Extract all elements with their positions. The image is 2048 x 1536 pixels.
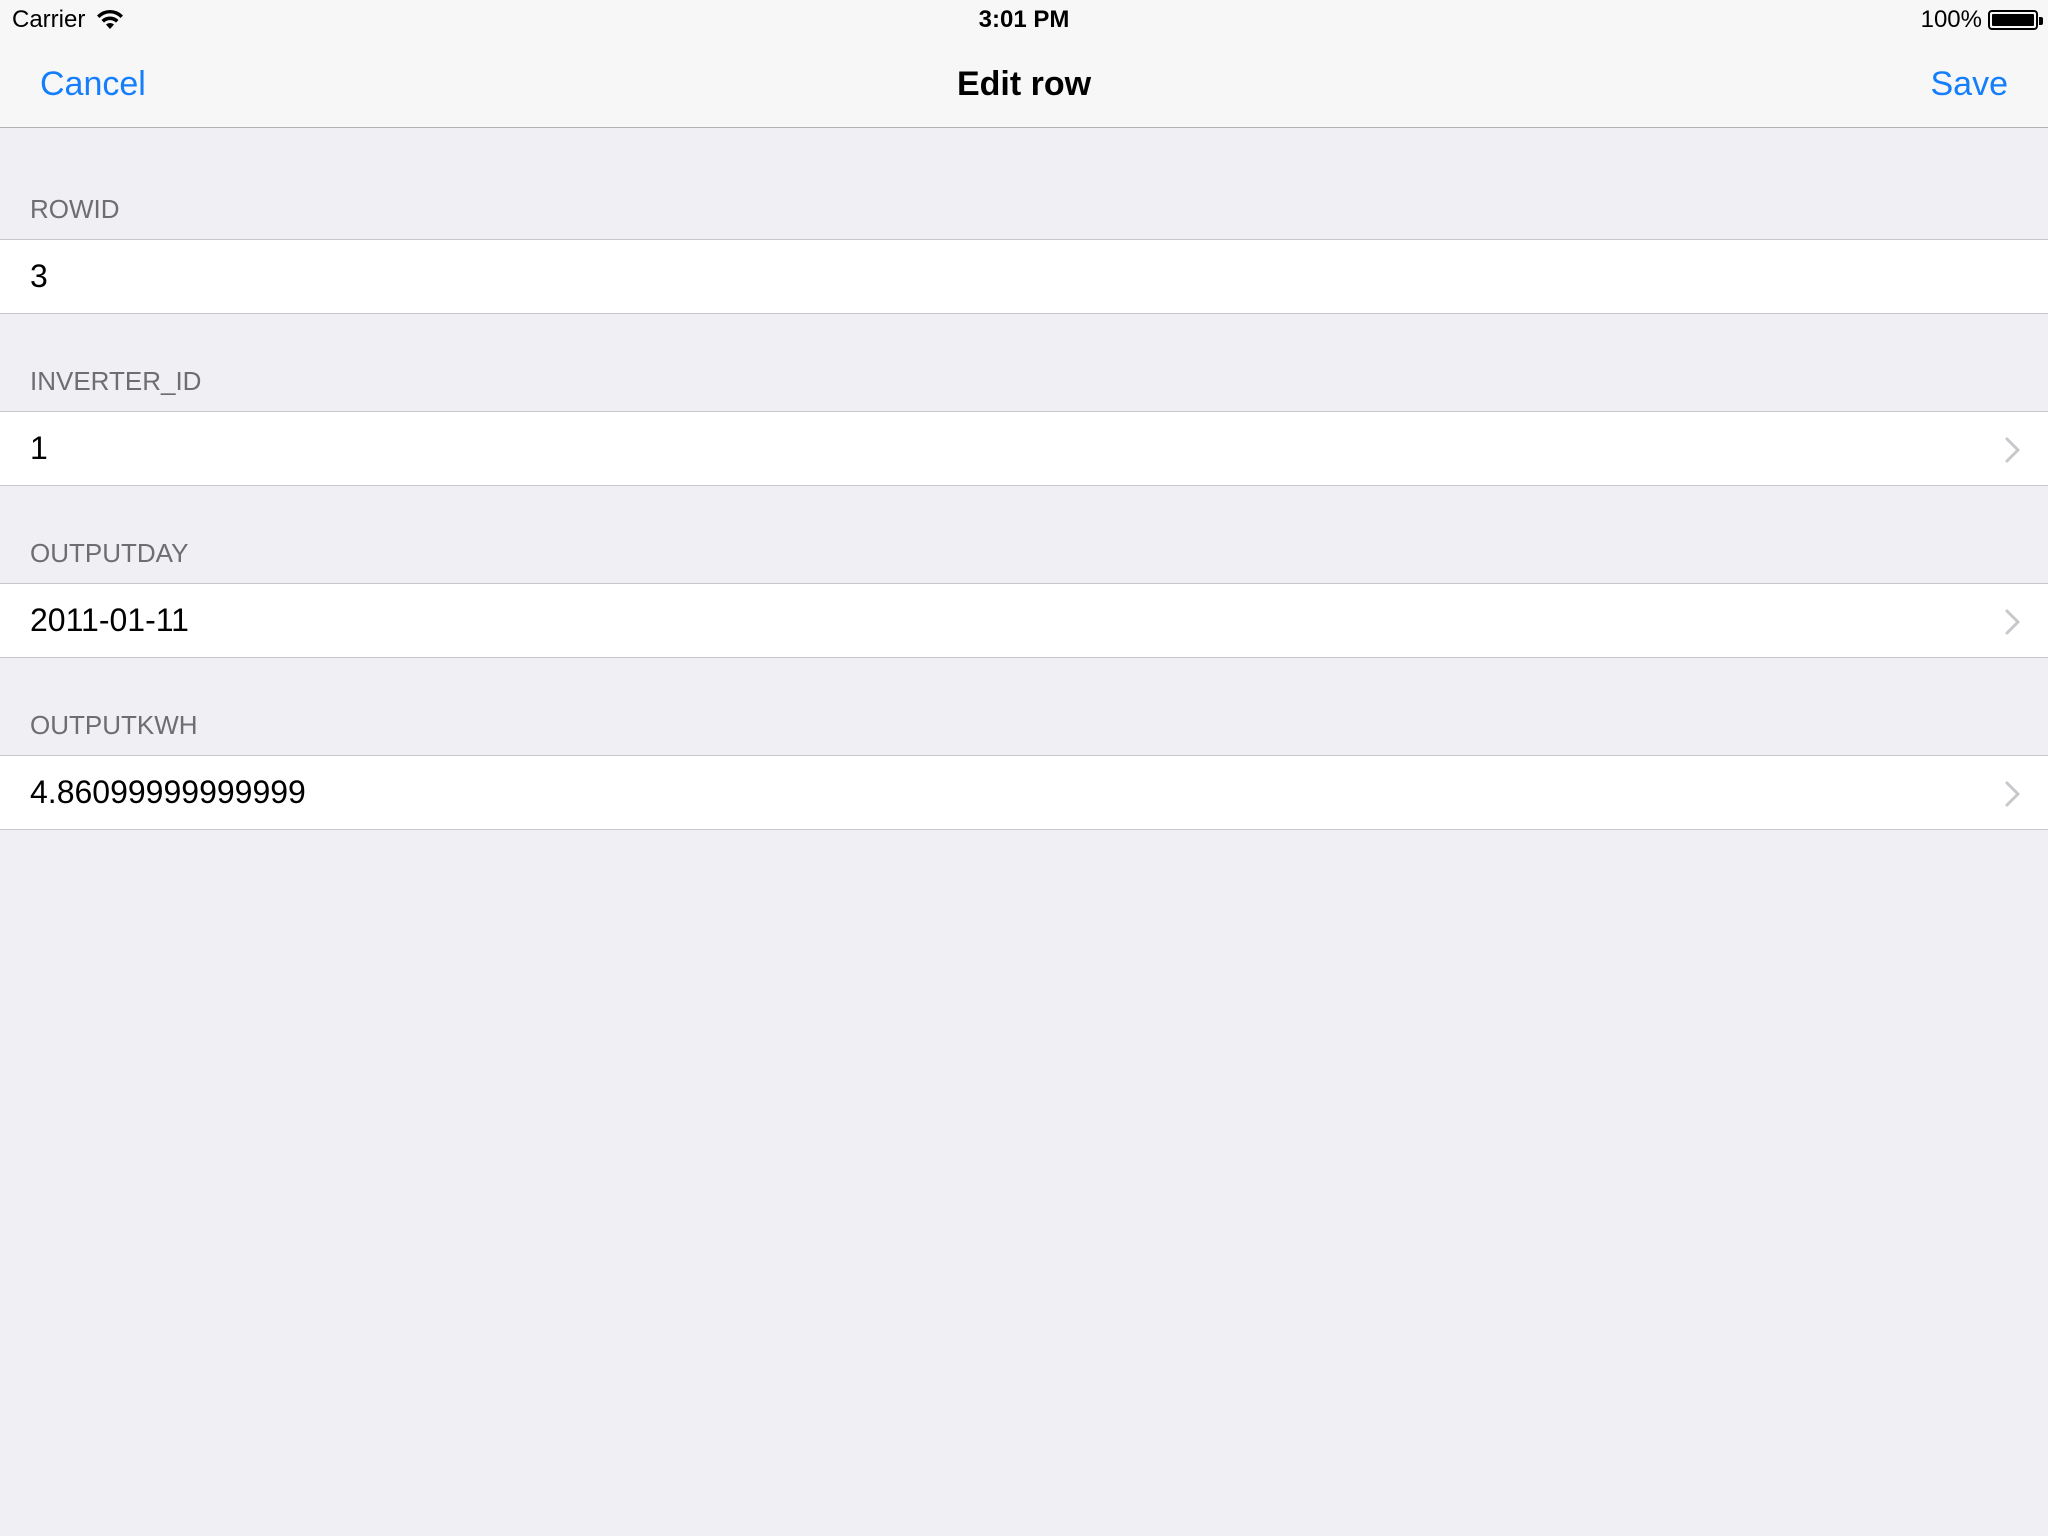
section-header: INVERTER_ID bbox=[30, 366, 202, 396]
status-time: 3:01 PM bbox=[978, 6, 1070, 33]
section-header: OUTPUTDAY bbox=[30, 538, 189, 568]
section-outputkwh: OUTPUTKWH 4.86099999999999 bbox=[0, 658, 2048, 830]
chevron-right-icon bbox=[2005, 609, 2020, 635]
outputday-field[interactable]: 2011-01-11 bbox=[0, 583, 2048, 658]
battery-percent: 100% bbox=[1920, 6, 1982, 33]
status-bar: Carrier 3:01 PM 100% bbox=[0, 0, 2048, 40]
chevron-right-icon bbox=[2005, 437, 2020, 463]
save-button[interactable]: Save bbox=[1931, 62, 2009, 106]
field-value: 4.86099999999999 bbox=[30, 774, 306, 810]
field-value: 1 bbox=[30, 430, 48, 466]
rowid-field[interactable]: 3 bbox=[0, 239, 2048, 314]
field-value: 3 bbox=[30, 258, 48, 294]
field-value: 2011-01-11 bbox=[30, 602, 189, 638]
navigation-bar: Cancel Edit row Save bbox=[0, 40, 2048, 128]
chevron-right-icon bbox=[2005, 781, 2020, 807]
section-outputday: OUTPUTDAY 2011-01-11 bbox=[0, 486, 2048, 658]
status-right: 100% bbox=[1920, 6, 2043, 34]
section-rowid: ROWID 3 bbox=[0, 129, 2048, 314]
battery-fill bbox=[1992, 14, 2034, 26]
form-sections: ROWID 3 INVERTER_ID 1 OUTPUTDAY 2011-01-… bbox=[0, 129, 2048, 830]
page-title: Edit row bbox=[956, 65, 1092, 103]
section-header: ROWID bbox=[30, 194, 120, 224]
battery-icon bbox=[1988, 10, 2043, 30]
inverter-id-field[interactable]: 1 bbox=[0, 411, 2048, 486]
section-inverter-id: INVERTER_ID 1 bbox=[0, 314, 2048, 486]
outputkwh-field[interactable]: 4.86099999999999 bbox=[0, 755, 2048, 830]
battery-nub bbox=[2039, 17, 2043, 25]
section-header: OUTPUTKWH bbox=[30, 710, 198, 740]
